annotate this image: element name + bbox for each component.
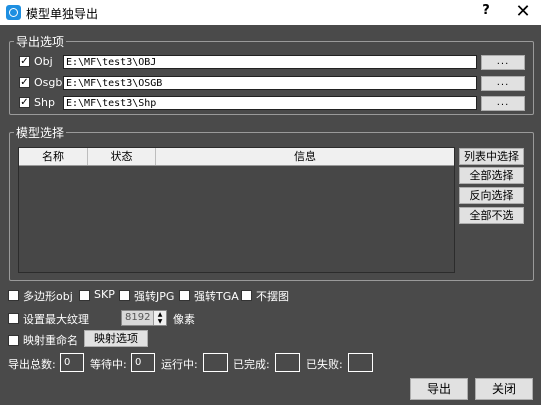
model-select-legend: 模型选择 — [16, 126, 65, 140]
total-label: 导出总数: — [8, 358, 56, 371]
waiting-count: 0 — [131, 353, 155, 372]
shp-browse-button[interactable]: ... — [481, 96, 525, 111]
select-all-button[interactable]: 全部选择 — [459, 167, 524, 184]
max-texture-spinbox[interactable]: 8192 ▲ ▼ — [121, 310, 167, 326]
force-tga-label: 强转TGA — [194, 290, 239, 303]
force-jpg-checkbox[interactable] — [119, 290, 130, 301]
no-texture-label: 不摆图 — [256, 290, 289, 303]
skp-label: SKP — [94, 288, 115, 301]
max-texture-checkbox[interactable] — [8, 313, 19, 324]
max-texture-value[interactable]: 8192 — [125, 312, 150, 323]
obj-path-field[interactable]: E:\MF\test3\OBJ — [63, 55, 477, 69]
export-button[interactable]: 导出 — [410, 378, 468, 400]
close-button[interactable]: 关闭 — [475, 378, 533, 400]
polygon-obj-label: 多边形obj — [23, 290, 73, 303]
export-options-legend: 导出选项 — [16, 35, 65, 49]
total-count: 0 — [60, 353, 84, 372]
obj-label: Obj — [34, 55, 53, 68]
polygon-obj-checkbox[interactable] — [8, 290, 19, 301]
model-table[interactable]: 名称 状态 信息 — [18, 147, 455, 273]
osgb-label: Osgb — [34, 76, 63, 89]
help-button[interactable]: ? — [478, 3, 494, 21]
close-icon[interactable]: ✕ — [512, 1, 534, 23]
done-count — [275, 353, 300, 372]
failed-count — [348, 353, 373, 372]
force-jpg-label: 强转JPG — [134, 290, 175, 303]
obj-checkbox[interactable]: ✓ — [19, 56, 30, 67]
shp-checkbox[interactable]: ✓ — [19, 97, 30, 108]
invert-select-button[interactable]: 反向选择 — [459, 187, 524, 204]
running-count — [203, 353, 228, 372]
skp-checkbox[interactable] — [79, 290, 90, 301]
max-texture-label: 设置最大纹理 — [23, 313, 89, 326]
waiting-label: 等待中: — [90, 358, 127, 371]
done-label: 已完成: — [233, 358, 270, 371]
mapping-rename-checkbox[interactable] — [8, 335, 19, 346]
osgb-browse-button[interactable]: ... — [481, 76, 525, 91]
list-select-button[interactable]: 列表中选择 — [459, 148, 524, 165]
title-bar: 模型单独导出 ? ✕ — [0, 0, 541, 25]
force-tga-checkbox[interactable] — [179, 290, 190, 301]
model-table-header: 名称 状态 信息 — [19, 148, 454, 166]
osgb-checkbox[interactable]: ✓ — [19, 77, 30, 88]
max-texture-unit: 像素 — [173, 313, 195, 326]
app-icon — [6, 5, 21, 20]
select-none-button[interactable]: 全部不选 — [459, 207, 524, 224]
osgb-path-field[interactable]: E:\MF\test3\OSGB — [63, 76, 477, 90]
obj-browse-button[interactable]: ... — [481, 55, 525, 70]
no-texture-checkbox[interactable] — [241, 290, 252, 301]
column-status-header[interactable]: 状态 — [88, 148, 156, 165]
failed-label: 已失败: — [306, 358, 343, 371]
column-name-header[interactable]: 名称 — [19, 148, 88, 165]
window-title: 模型单独导出 — [26, 7, 99, 21]
shp-label: Shp — [34, 96, 55, 109]
column-info-header[interactable]: 信息 — [156, 148, 454, 165]
spin-arrows-icon[interactable]: ▲ ▼ — [153, 311, 166, 325]
mapping-options-button[interactable]: 映射选项 — [84, 330, 148, 347]
shp-path-field[interactable]: E:\MF\test3\Shp — [63, 96, 477, 110]
running-label: 运行中: — [161, 358, 198, 371]
mapping-rename-label: 映射重命名 — [23, 334, 78, 347]
